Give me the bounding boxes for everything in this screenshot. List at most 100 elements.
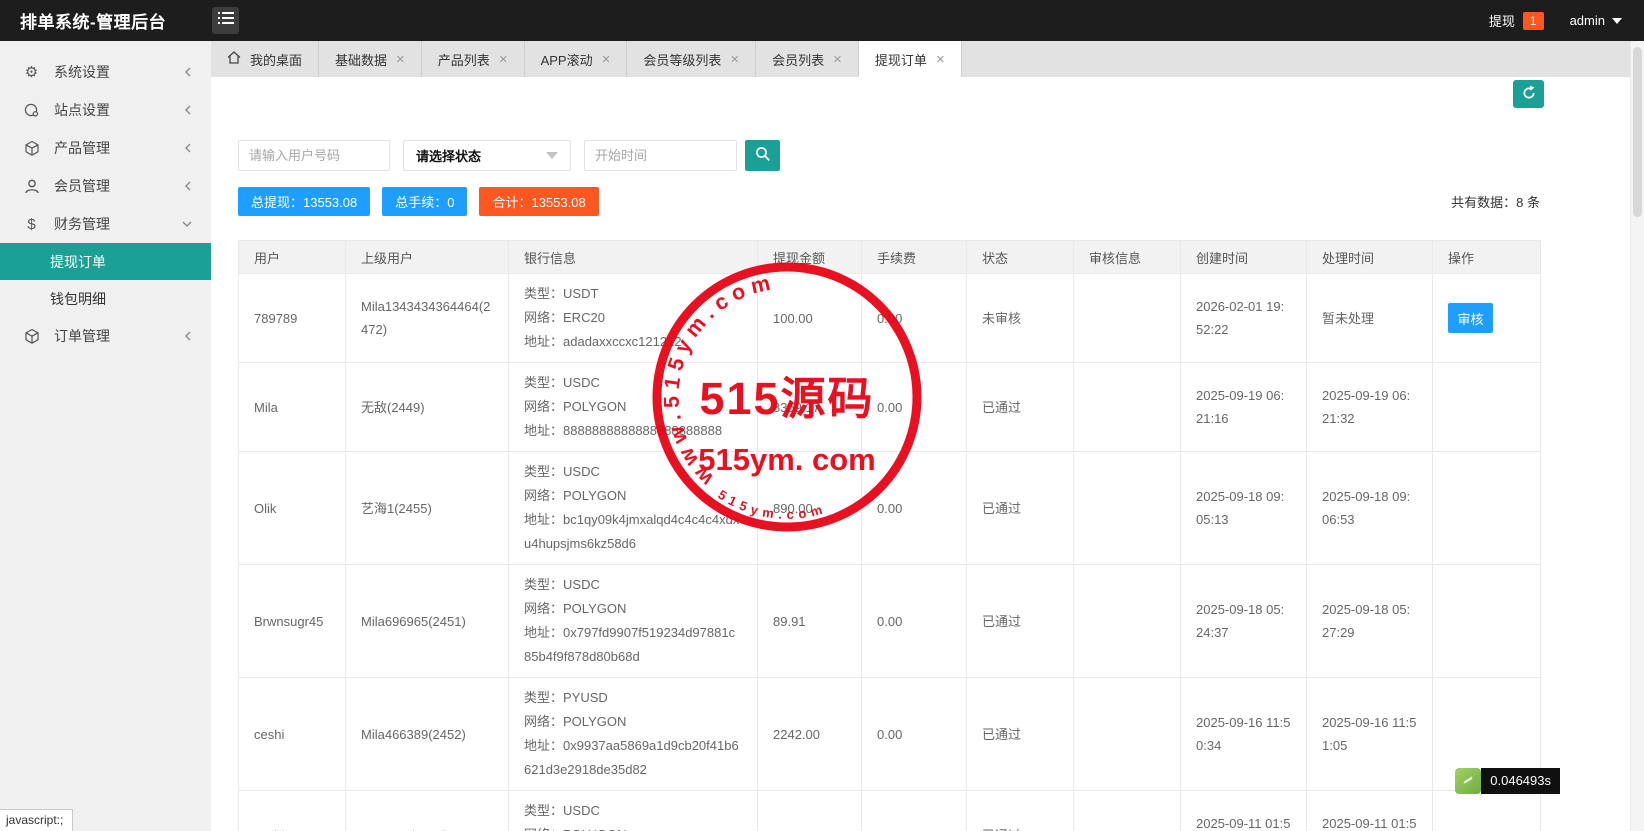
username: admin — [1569, 13, 1605, 28]
col-fee: 手续费 — [861, 240, 967, 274]
col-bank-info: 银行信息 — [508, 240, 758, 274]
sum-button[interactable]: 合计：13553.08 — [479, 187, 599, 216]
scrollbar-thumb[interactable] — [1633, 47, 1642, 217]
sidebar-item-site-settings[interactable]: 站点设置 — [0, 91, 211, 129]
top-bar: 排单系统-管理后台 提现 1 admin — [0, 0, 1644, 41]
cell-bank-info: 类型：PYUSD 网络：POLYGON 地址：0x9937aa5869a1d9c… — [508, 677, 758, 791]
start-time-input[interactable] — [584, 140, 737, 171]
cell-created-time: 2025-09-19 06:21:16 — [1180, 362, 1307, 452]
close-icon[interactable]: × — [833, 52, 842, 67]
bank-type-value: USDC — [563, 464, 600, 479]
sidebar-item-withdraw-orders[interactable]: 提现订单 — [0, 243, 211, 280]
cube-icon — [23, 328, 40, 345]
sidebar-item-product-management[interactable]: 产品管理 — [0, 129, 211, 167]
gear-icon: ⚙ — [24, 64, 39, 81]
page-time: 0.046493s — [1481, 768, 1560, 794]
col-parent-user: 上级用户 — [345, 240, 509, 274]
sidebar-child-label: 钱包明细 — [50, 290, 106, 307]
bank-type-value: USDC — [563, 803, 600, 818]
close-icon[interactable]: × — [499, 52, 508, 67]
cell-audit-info — [1073, 362, 1181, 452]
status-select-value: 请选择状态 — [416, 149, 482, 164]
sidebar-toggle-button[interactable] — [212, 7, 239, 34]
cell-created-time: 2025-09-18 09:05:13 — [1180, 451, 1307, 565]
page-scrollbar[interactable] — [1630, 41, 1644, 831]
tab-product-list[interactable]: 产品列表 × — [422, 41, 525, 77]
cell-amount: 8359.17 — [757, 362, 862, 452]
tab-label: 我的桌面 — [250, 52, 303, 68]
cell-bank-info: 类型：USDC 网络：POLYGON 地址：0x797fd9907f519234… — [508, 564, 758, 678]
close-icon[interactable]: × — [936, 52, 945, 67]
bank-type-label: 类型： — [524, 577, 564, 592]
bank-address-label: 地址： — [524, 334, 564, 349]
cell-actions — [1432, 451, 1541, 565]
tab-desktop[interactable]: 我的桌面 — [211, 41, 320, 77]
cell-created-time: 2026-02-01 19:52:22 — [1180, 273, 1307, 363]
cell-processed-time: 暂未处理 — [1306, 273, 1433, 363]
cell-status: 已通过 — [966, 564, 1074, 678]
bank-type-value: USDC — [563, 577, 600, 592]
status-select[interactable]: 请选择状态 — [403, 140, 571, 171]
app-title: 排单系统-管理后台 — [20, 13, 167, 32]
sidebar-item-system-settings[interactable]: ⚙ 系统设置 — [0, 53, 211, 91]
flame-icon — [1455, 768, 1482, 794]
topbar-right: 提现 1 admin — [1489, 11, 1644, 30]
close-icon[interactable]: × — [602, 52, 611, 67]
cell-processed-time: 2025-09-18 09:06:53 — [1306, 451, 1433, 565]
cell-fee: 0.00 — [861, 564, 967, 678]
total-fee-button[interactable]: 总手续：0 — [382, 187, 468, 216]
cell-fee: 0.00 — [861, 451, 967, 565]
cell-amount: 2242.00 — [757, 677, 862, 791]
cell-user: Mila — [238, 362, 346, 452]
sidebar-item-member-management[interactable]: 会员管理 — [0, 167, 211, 205]
refresh-icon — [1521, 85, 1537, 104]
main-content: 请选择状态 总提现：13553.08 总手续：0 合计：13553.08 共有数… — [211, 77, 1644, 831]
sidebar-item-wallet-details[interactable]: 钱包明细 — [0, 280, 211, 317]
withdraw-count-badge: 1 — [1522, 11, 1544, 30]
sidebar-child-label: 提现订单 — [50, 253, 106, 270]
tab-basic-data[interactable]: 基础数据 × — [319, 41, 422, 77]
chevron-down-icon — [181, 219, 193, 229]
site-icon — [23, 102, 40, 119]
cell-actions — [1432, 564, 1541, 678]
bank-network-value: POLYGON — [563, 601, 627, 616]
close-icon[interactable]: × — [730, 52, 739, 67]
chevron-left-icon — [183, 180, 193, 192]
cube-icon — [23, 140, 40, 157]
stats-row: 总提现：13553.08 总手续：0 合计：13553.08 共有数据：8 条 — [238, 187, 1540, 216]
cell-amount: 89.91 — [757, 564, 862, 678]
cell-audit-info — [1073, 677, 1181, 791]
bank-address-value: adadaxxccxc121212 — [563, 334, 682, 349]
chevron-left-icon — [183, 330, 193, 342]
withdraw-notice-button[interactable]: 提现 1 — [1489, 11, 1544, 30]
tab-member-level-list[interactable]: 会员等级列表 × — [627, 41, 757, 77]
cell-amount: 118.00 — [757, 790, 862, 831]
tab-label: 产品列表 — [437, 52, 490, 68]
tab-member-list[interactable]: 会员列表 × — [756, 41, 859, 77]
performance-widget: 0.046493s — [1455, 768, 1560, 794]
table-row: ceshi Mila466389(2452) 类型：PYUSD 网络：POLYG… — [238, 677, 1541, 791]
close-icon[interactable]: × — [396, 52, 405, 67]
menu-list-icon — [217, 11, 234, 30]
tab-withdraw-orders[interactable]: 提现订单 × — [858, 41, 962, 77]
bank-network-value: POLYGON — [563, 399, 627, 414]
sidebar-item-label: 系统设置 — [54, 64, 110, 80]
cell-audit-info — [1073, 451, 1181, 565]
refresh-button[interactable] — [1513, 80, 1544, 108]
bank-network-label: 网络： — [524, 827, 563, 831]
sidebar-item-finance-management[interactable]: $ 财务管理 — [0, 205, 211, 243]
total-withdraw-button[interactable]: 总提现：13553.08 — [238, 187, 371, 216]
user-number-input[interactable] — [238, 140, 390, 171]
cell-processed-time: 2025-09-19 06:21:32 — [1306, 362, 1433, 452]
search-button[interactable] — [745, 140, 780, 171]
cell-created-time: 2025-09-11 01:54:50 — [1180, 790, 1307, 831]
cell-bank-info: 类型：USDC 网络：POLYGON 地址：888888888888888888… — [508, 790, 758, 831]
user-menu[interactable]: admin — [1570, 13, 1622, 28]
table-row: Mila 无敌(2449) 类型：USDC 网络：POLYGON 地址：8888… — [238, 362, 1541, 452]
bank-network-value: POLYGON — [563, 488, 627, 503]
tab-app-scroll[interactable]: APP滚动 × — [525, 41, 628, 77]
withdraw-label: 提现 — [1488, 14, 1515, 29]
cell-status: 已通过 — [966, 362, 1074, 452]
sidebar-item-order-management[interactable]: 订单管理 — [0, 317, 211, 355]
audit-button[interactable]: 审核 — [1448, 303, 1493, 333]
